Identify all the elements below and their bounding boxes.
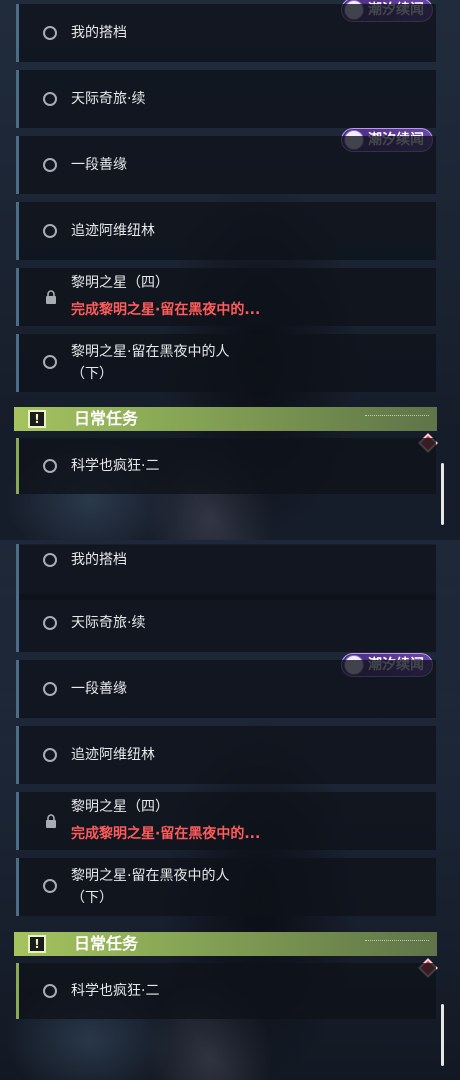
quest-title: 天际奇旅·续: [71, 91, 146, 107]
quest-title: 科学也疯狂·二: [71, 458, 160, 474]
exclamation-icon: !: [28, 935, 46, 953]
quest-title-line2: （下）: [71, 366, 113, 382]
quest-requirement: 完成黎明之星·留在黑夜中的...: [71, 826, 261, 842]
quest-row-dawn-star-4[interactable]: 黎明之星（四） 完成黎明之星·留在黑夜中的...: [16, 268, 436, 326]
quest-panel-bottom: 我的搭档 天际奇旅·续 潮汐续闻 一段善缘 追迹阿维纽林 黎明之星（四） 完成黎…: [0, 540, 460, 1080]
lock-icon: [46, 814, 56, 828]
quest-row-dawn-star-night[interactable]: 黎明之星·留在黑夜中的人 （下）: [16, 334, 436, 392]
quest-row-sky-journey[interactable]: 天际奇旅·续: [16, 70, 436, 128]
quest-circle-icon: [43, 26, 57, 40]
quest-circle-icon: [43, 224, 57, 238]
quest-row-chase-avenulin[interactable]: 追迹阿维纽林: [16, 202, 436, 260]
exclamation-icon: !: [28, 410, 46, 428]
daily-section-header[interactable]: ! 日常任务: [14, 932, 437, 956]
quest-circle-icon: [43, 616, 57, 630]
scrollbar-thumb[interactable]: [441, 1004, 444, 1066]
daily-section-header[interactable]: ! 日常任务: [14, 407, 437, 431]
quest-title: 黎明之星（四）: [71, 275, 169, 291]
quest-row-good-fate[interactable]: 一段善缘: [16, 660, 436, 718]
quest-circle-icon: [43, 553, 57, 567]
quest-circle-icon: [43, 879, 57, 893]
quest-row-dawn-star-4[interactable]: 黎明之星（四） 完成黎明之星·留在黑夜中的...: [16, 792, 436, 850]
quest-title: 天际奇旅·续: [71, 615, 146, 631]
quest-title-line2: （下）: [71, 890, 113, 906]
decorative-line: [365, 415, 429, 421]
quest-row-my-partner[interactable]: 我的搭档: [16, 544, 436, 600]
quest-title: 黎明之星（四）: [71, 799, 169, 815]
decorative-line: [365, 940, 429, 946]
quest-circle-icon: [43, 748, 57, 762]
scrollbar-thumb[interactable]: [441, 463, 444, 525]
quest-title: 一段善缘: [71, 681, 127, 697]
quest-panel-top: 潮汐续闻 我的搭档 天际奇旅·续 潮汐续闻 一段善缘 追迹阿维纽林 黎明之星（四…: [0, 0, 460, 540]
quest-title: 追迹阿维纽林: [71, 223, 155, 239]
quest-circle-icon: [43, 158, 57, 172]
quest-title: 一段善缘: [71, 157, 127, 173]
quest-requirement: 完成黎明之星·留在黑夜中的...: [71, 302, 261, 318]
quest-circle-icon: [43, 984, 57, 998]
quest-row-good-fate[interactable]: 一段善缘: [16, 136, 436, 194]
quest-title: 我的搭档: [71, 25, 127, 41]
quest-circle-icon: [43, 355, 57, 369]
quest-title: 科学也疯狂·二: [71, 983, 160, 999]
daily-quest-row-science-madness[interactable]: 科学也疯狂·二: [16, 438, 436, 494]
quest-row-chase-avenulin[interactable]: 追迹阿维纽林: [16, 726, 436, 784]
quest-circle-icon: [43, 682, 57, 696]
lock-icon: [46, 290, 56, 304]
daily-quest-row-science-madness[interactable]: 科学也疯狂·二: [16, 963, 436, 1019]
quest-title: 我的搭档: [71, 552, 127, 568]
quest-circle-icon: [43, 459, 57, 473]
quest-title: 黎明之星·留在黑夜中的人: [71, 868, 230, 884]
quest-row-my-partner[interactable]: 我的搭档: [16, 4, 436, 62]
quest-row-dawn-star-night[interactable]: 黎明之星·留在黑夜中的人 （下）: [16, 858, 436, 916]
daily-section-label: 日常任务: [74, 409, 139, 428]
quest-row-sky-journey[interactable]: 天际奇旅·续: [16, 594, 436, 652]
daily-section-label: 日常任务: [74, 934, 139, 953]
quest-title: 追迹阿维纽林: [71, 747, 155, 763]
quest-title: 黎明之星·留在黑夜中的人: [71, 344, 230, 360]
quest-circle-icon: [43, 92, 57, 106]
